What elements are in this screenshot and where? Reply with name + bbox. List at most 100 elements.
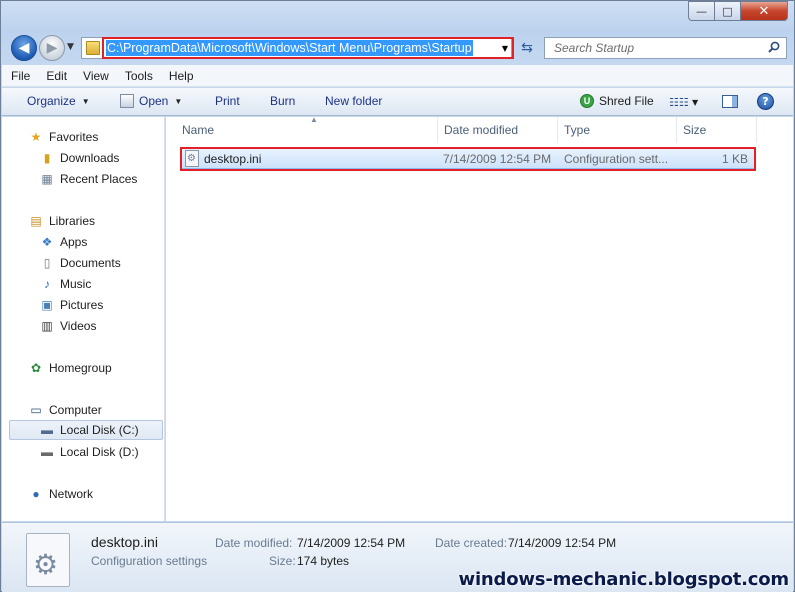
sidebar-item-network[interactable]: ● Network <box>28 484 93 504</box>
sidebar-item-label: Homegroup <box>49 361 112 375</box>
downloads-folder-icon: ▮ <box>43 151 51 165</box>
back-button[interactable]: ◀ <box>11 35 37 61</box>
search-box[interactable]: Search Startup <box>544 37 787 59</box>
organize-button[interactable]: Organize ▼ <box>27 94 90 108</box>
chevron-down-icon[interactable]: ▼ <box>692 98 698 107</box>
details-date-created-label: Date created: <box>435 536 508 550</box>
details-date-modified-label: Date modified: <box>215 536 293 550</box>
print-label: Print <box>215 94 240 108</box>
sidebar-item-computer[interactable]: ▭ Computer <box>28 400 102 420</box>
column-header-type[interactable]: Type <box>558 117 677 143</box>
sidebar-item-local-disk-c[interactable]: ▬ Local Disk (C:) <box>9 420 163 440</box>
menu-view[interactable]: View <box>76 69 116 83</box>
column-header-label: Date modified <box>444 123 519 137</box>
new-folder-label: New folder <box>325 94 383 108</box>
sidebar-item-label: Local Disk (C:) <box>60 423 139 437</box>
open-label: Open <box>139 94 169 108</box>
config-file-icon <box>26 533 70 587</box>
caption-buttons: — □ ✕ <box>688 1 788 21</box>
column-header-label: Type <box>564 123 591 137</box>
sidebar-item-label: Network <box>49 487 94 501</box>
sidebar-item-label: Recent Places <box>60 172 138 186</box>
preview-pane-icon[interactable] <box>722 95 738 108</box>
maximize-button[interactable]: □ <box>715 1 741 21</box>
minimize-button[interactable]: — <box>688 1 715 21</box>
music-icon: ♪ <box>44 277 50 291</box>
open-icon <box>120 94 134 108</box>
sidebar-item-label: Apps <box>60 235 88 249</box>
address-input[interactable]: C:\ProgramData\Microsoft\Windows\Start M… <box>106 40 473 56</box>
refresh-button[interactable]: ⇆ <box>516 38 538 58</box>
column-header-size[interactable]: Size <box>677 117 757 143</box>
menu-tools[interactable]: Tools <box>118 69 160 83</box>
sidebar-item-videos[interactable]: ▥ Videos <box>39 316 96 336</box>
column-header-label: Name <box>182 123 215 137</box>
sidebar-item-homegroup[interactable]: ✿ Homegroup <box>28 358 112 378</box>
pictures-icon: ▣ <box>41 298 53 312</box>
arrow-right-icon: ▶ <box>46 40 58 56</box>
forward-button[interactable]: ▶ <box>39 35 65 61</box>
menu-help[interactable]: Help <box>162 69 201 83</box>
recent-places-icon: ▦ <box>41 172 53 186</box>
search-input[interactable]: Search Startup <box>554 41 634 55</box>
organize-label: Organize <box>27 94 76 108</box>
details-date-created: 7/14/2009 12:54 PM <box>508 536 617 550</box>
sidebar-item-music[interactable]: ♪ Music <box>39 274 91 294</box>
folder-icon <box>86 41 100 55</box>
sidebar-item-libraries[interactable]: ▤ Libraries <box>28 211 95 231</box>
sidebar-item-label: Computer <box>49 403 102 417</box>
arrow-left-icon: ◀ <box>18 40 30 56</box>
sidebar-item-favorites[interactable]: ★ Favorites <box>28 127 99 147</box>
help-icon[interactable]: ? <box>757 93 774 110</box>
details-size-label: Size: <box>269 554 296 568</box>
sidebar-item-downloads[interactable]: ▮ Downloads <box>39 148 120 168</box>
address-bar[interactable]: C:\ProgramData\Microsoft\Windows\Start M… <box>81 37 514 59</box>
libraries-icon: ▤ <box>30 214 42 228</box>
menu-file[interactable]: File <box>4 69 37 83</box>
close-button[interactable]: ✕ <box>741 1 788 21</box>
computer-icon: ▭ <box>30 403 42 417</box>
chevron-down-icon: ▼ <box>174 96 183 106</box>
local-disk-icon: ▬ <box>41 423 53 437</box>
file-highlight-box <box>180 147 756 171</box>
column-header-name[interactable]: Name ▲ <box>176 115 438 143</box>
sidebar-item-label: Local Disk (D:) <box>60 445 139 459</box>
apps-icon: ❖ <box>41 235 53 249</box>
menu-edit[interactable]: Edit <box>39 69 74 83</box>
burn-label: Burn <box>270 94 296 108</box>
sort-ascending-icon: ▲ <box>310 115 318 124</box>
view-options-icon[interactable]: ☷☷ <box>669 96 689 109</box>
burn-button[interactable]: Burn <box>270 94 295 108</box>
sidebar-item-pictures[interactable]: ▣ Pictures <box>39 295 103 315</box>
shred-icon: U <box>580 94 594 108</box>
file-list-pane: Name ▲ Date modified Type Size desktop.i… <box>166 115 793 521</box>
column-header-date[interactable]: Date modified <box>438 117 558 143</box>
shred-file-button[interactable]: U Shred File <box>580 94 654 108</box>
navigation-pane: ★ Favorites ▮ Downloads ▦ Recent Places ▤ Li… <box>2 117 165 521</box>
sidebar-item-label: Music <box>60 277 92 291</box>
drive-icon: ▬ <box>41 445 53 459</box>
details-file-type: Configuration settings <box>91 554 208 568</box>
column-header-label: Size <box>683 123 707 137</box>
sidebar-item-label: Favorites <box>49 130 99 144</box>
sidebar-item-apps[interactable]: ❖ Apps <box>39 232 88 252</box>
details-pane: desktop.ini Configuration settings Date … <box>2 522 793 592</box>
sidebar-item-label: Downloads <box>60 151 120 165</box>
sidebar-item-local-disk-d[interactable]: ▬ Local Disk (D:) <box>39 442 139 462</box>
recent-pages-dropdown[interactable]: ▼ <box>67 42 74 52</box>
shred-label: Shred File <box>599 94 654 108</box>
star-icon: ★ <box>30 130 42 144</box>
refresh-icon: ⇆ <box>521 40 533 56</box>
address-history-dropdown-icon[interactable]: ▼ <box>502 44 508 53</box>
sidebar-item-label: Documents <box>60 256 121 270</box>
search-icon[interactable] <box>768 41 780 53</box>
sidebar-item-documents[interactable]: ▯ Documents <box>39 253 121 273</box>
print-button[interactable]: Print <box>215 94 240 108</box>
homegroup-icon: ✿ <box>30 361 42 375</box>
open-button[interactable]: Open ▼ <box>120 94 182 108</box>
explorer-window: — □ ✕ ◀ ▶ ▼ C:\ProgramData\Microsoft\Win… <box>0 0 795 592</box>
sidebar-item-label: Pictures <box>60 298 104 312</box>
videos-icon: ▥ <box>41 319 53 333</box>
new-folder-button[interactable]: New folder <box>325 94 382 108</box>
sidebar-item-recent-places[interactable]: ▦ Recent Places <box>39 169 137 189</box>
